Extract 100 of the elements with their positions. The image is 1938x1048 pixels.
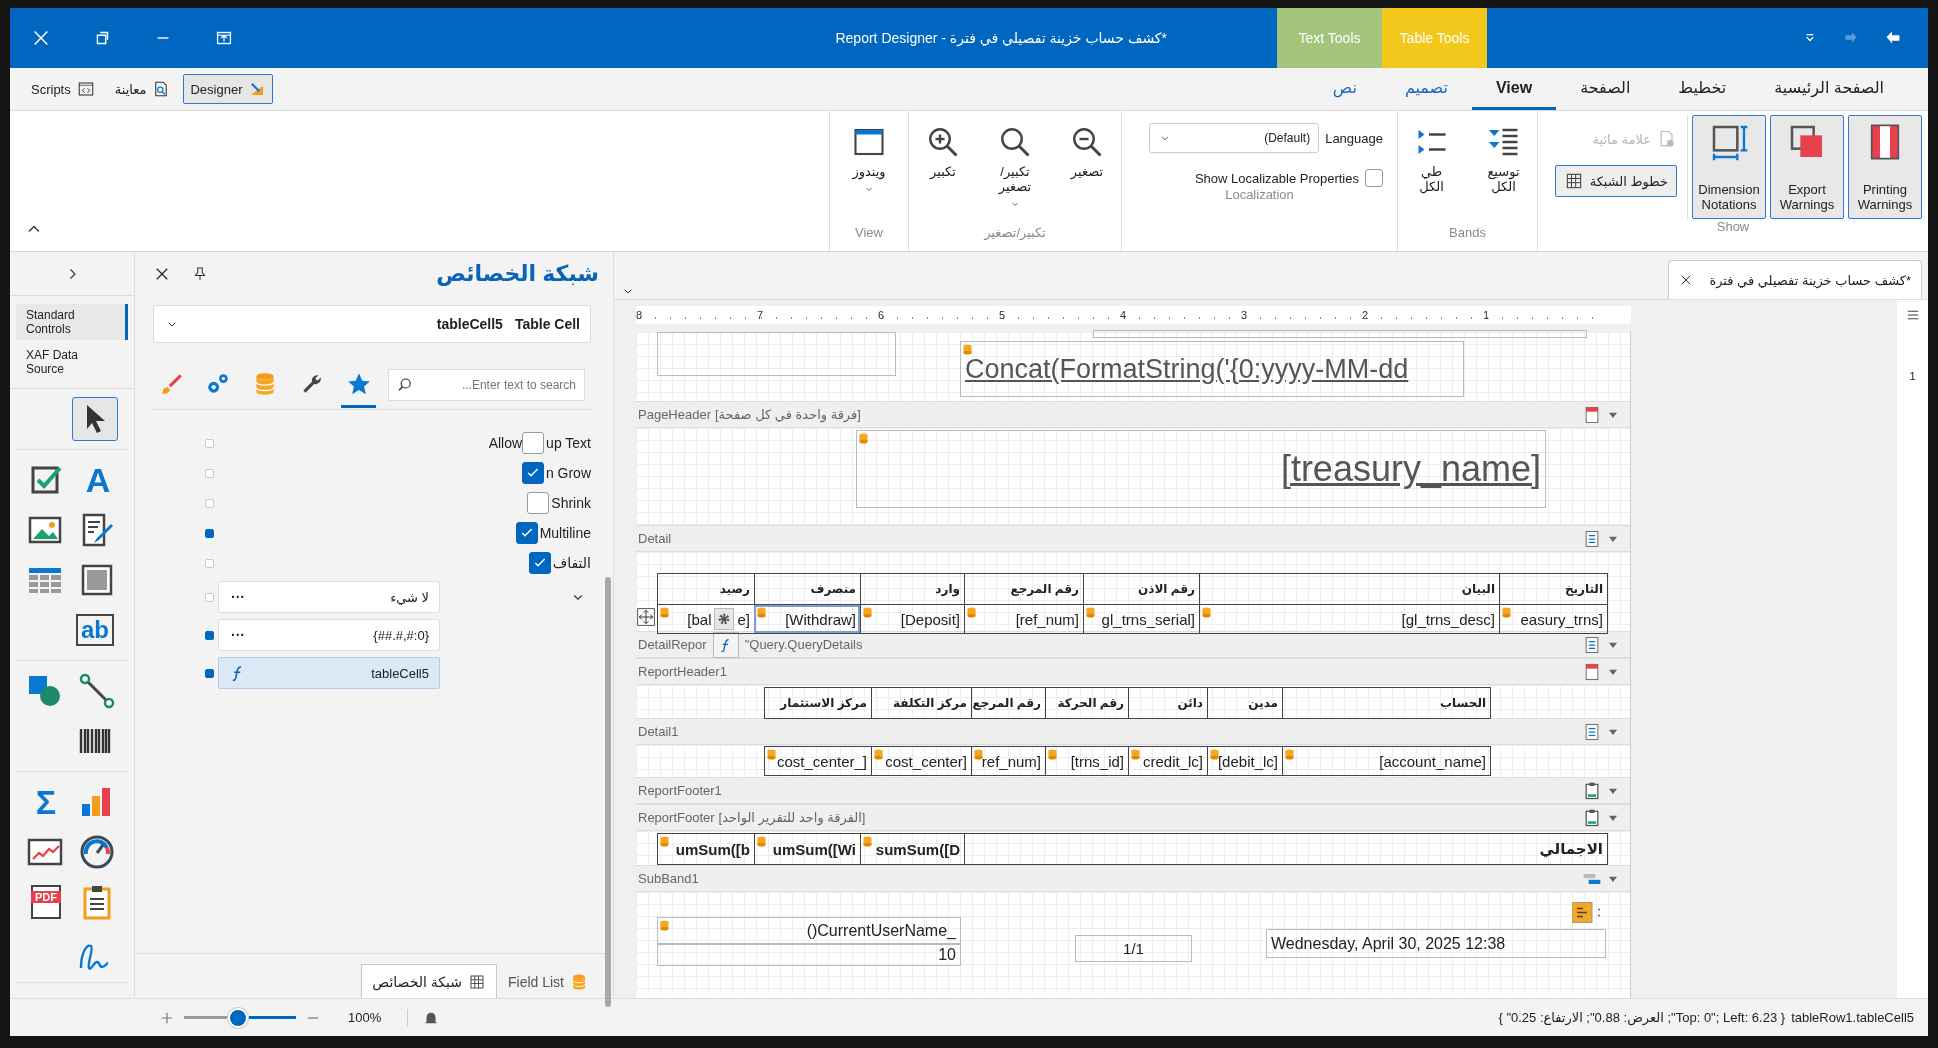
- document-tab[interactable]: كشف حساب خزينة تفصيلي في فترة*: [1668, 260, 1922, 299]
- report-label[interactable]: 1/1: [1075, 935, 1192, 962]
- ribbon-tab[interactable]: تخطيط: [1654, 68, 1751, 110]
- search-icon: [396, 376, 414, 394]
- column-header[interactable]: مركز الاستثمار: [765, 688, 871, 718]
- mode-tab[interactable]: Designer: [183, 74, 274, 104]
- window-title: Report Designer - كشف حساب خزينة تفصيلي في فترة*: [834, 29, 1168, 49]
- table-cell[interactable]: umSum([Wi: [754, 834, 860, 864]
- database-icon: [967, 607, 976, 618]
- table-cell[interactable]: cost_center_]: [765, 747, 871, 775]
- mode-tab[interactable]: Scripts: [24, 74, 102, 104]
- report-label[interactable]: Concat(FormatString('{0:yyyy-MM-dd: [960, 341, 1464, 397]
- checkbox[interactable]: [515, 522, 538, 544]
- column-header[interactable]: البيان: [1199, 574, 1499, 604]
- property-label: Shrink: [551, 495, 591, 511]
- toggle-button[interactable]: Export Warnings: [1770, 115, 1844, 219]
- report-label[interactable]: [treasury_name]: [856, 430, 1546, 508]
- scrollbar[interactable]: [605, 577, 611, 1007]
- column-header[interactable]: رقم الاذن: [1083, 574, 1199, 604]
- column-header[interactable]: التاريخ: [1499, 574, 1607, 604]
- band-header[interactable]: ReportFooter1: [636, 777, 1630, 804]
- table-cell[interactable]: cost_center]: [871, 747, 971, 775]
- database-icon: [863, 607, 872, 618]
- ribbon-button[interactable]: تصغير: [1056, 119, 1118, 184]
- ribbon-tab[interactable]: نص: [1308, 68, 1381, 110]
- grid-icon: [467, 972, 486, 991]
- property-editor[interactable]: ··· لا شيء: [218, 581, 440, 613]
- object-selector[interactable]: tableCell5 Table Cell: [153, 305, 591, 343]
- band-header[interactable]: Detail: [636, 525, 1630, 552]
- table-cell[interactable]: الاجمالي: [964, 834, 1607, 864]
- checkbox[interactable]: [522, 432, 545, 454]
- table-cell[interactable]: [account_name]: [1282, 747, 1490, 775]
- checkbox-label: Show Localizable Properties: [1194, 170, 1359, 186]
- database-icon: [1210, 749, 1219, 760]
- table-cell[interactable]: [bal e]: [658, 605, 754, 633]
- table-cell[interactable]: credit_lc]: [1128, 747, 1207, 775]
- ribbon-tab[interactable]: تصميم: [1380, 68, 1472, 110]
- gridlines-button[interactable]: خطوط الشبكة: [1554, 165, 1677, 197]
- pointer-tool[interactable]: [72, 397, 118, 441]
- checkbox[interactable]: [1365, 169, 1383, 187]
- column-header[interactable]: الحساب: [1282, 688, 1490, 718]
- database-icon: [874, 749, 883, 760]
- band-header[interactable]: SubBand1: [636, 865, 1630, 892]
- table-cell[interactable]: [Withdraw]: [754, 605, 860, 633]
- report-label[interactable]: Wednesday, April 30, 2025 12:38: [1266, 929, 1606, 958]
- column-header[interactable]: رقم الحركة: [1045, 688, 1128, 718]
- table-cell[interactable]: ref_num]: [971, 747, 1045, 775]
- band-header[interactable]: DetailRepor Query.QueryDetails": [636, 631, 1630, 658]
- search-field[interactable]: Enter text to search...: [388, 369, 585, 401]
- report-label[interactable]: 10: [657, 944, 961, 966]
- band-title: Detail1: [638, 724, 679, 739]
- ribbon-tab[interactable]: الصفحة: [1556, 68, 1655, 110]
- gear-button[interactable]: [714, 608, 735, 630]
- toggle-button[interactable]: Printing Warnings: [1848, 115, 1922, 219]
- band-title: DetailRepor: [638, 637, 707, 652]
- column-header[interactable]: وارد: [860, 574, 964, 604]
- table-cell[interactable]: sumSum([D: [860, 834, 964, 864]
- group-label: Bands: [1448, 225, 1487, 242]
- band-header[interactable]: Detail1: [636, 718, 1630, 745]
- checkbox[interactable]: [528, 552, 551, 574]
- checkbox[interactable]: [521, 462, 544, 484]
- band-title: ReportHeader1: [638, 664, 727, 679]
- move-handle-icon[interactable]: [636, 607, 656, 627]
- table-cell[interactable]: umSum([b: [658, 834, 754, 864]
- column-header[interactable]: مركز التكلفة: [871, 688, 971, 718]
- slider-thumb[interactable]: [227, 1007, 248, 1028]
- toolbox-category[interactable]: Standard Controls: [16, 304, 128, 340]
- band-header[interactable]: ReportHeader1: [636, 658, 1630, 685]
- ribbon-button[interactable]: طي الكل: [1400, 119, 1463, 199]
- ribbon-button[interactable]: توسيع الكل: [1472, 119, 1535, 199]
- mode-tab[interactable]: معاينة: [107, 74, 178, 104]
- label-tool[interactable]: A: [78, 458, 118, 502]
- group-label: Show: [1715, 219, 1751, 236]
- property-editor[interactable]: tableCell5: [218, 657, 440, 689]
- ribbon-tab[interactable]: الصفحة الرئيسية: [1750, 68, 1908, 110]
- column-header[interactable]: رصيد: [658, 574, 754, 604]
- toggle-button[interactable]: Dimension Notations: [1692, 115, 1766, 219]
- language-dropdown[interactable]: (Default): [1149, 123, 1320, 153]
- sum-tool[interactable]: Σ: [26, 780, 66, 824]
- expression-button[interactable]: [712, 631, 739, 658]
- property-label: up Text: [546, 435, 591, 451]
- column-header[interactable]: منصرف: [754, 574, 860, 604]
- database-icon: [1285, 749, 1294, 760]
- report-label[interactable]: ()CurrentUserName_: [657, 917, 961, 944]
- ribbon-button[interactable]: تكبير: [912, 119, 974, 184]
- column-header[interactable]: رقم المرجع: [971, 688, 1045, 718]
- toolbox-category[interactable]: XAF Data Source: [16, 344, 128, 380]
- property-editor[interactable]: ··· {##.#,#:0}: [218, 619, 440, 651]
- column-header[interactable]: رقم المرجع: [964, 574, 1083, 604]
- panel-tab[interactable]: شبكة الخصائص: [361, 964, 497, 998]
- checkbox[interactable]: [527, 492, 550, 514]
- property-label: Allow: [488, 435, 523, 451]
- table-cell[interactable]: [trns_id]: [1045, 747, 1128, 775]
- ribbon-button[interactable]: ويندوز: [838, 119, 900, 200]
- ribbon-button[interactable]: تكبير/تصغير: [984, 119, 1046, 215]
- selection-info: tableRow1.tableCell5: [1791, 1010, 1914, 1025]
- database-icon: [1048, 749, 1057, 760]
- table-cell[interactable]: [debit_lc]: [1207, 747, 1282, 775]
- column-header[interactable]: دائن: [1128, 688, 1207, 718]
- column-header[interactable]: مدين: [1207, 688, 1282, 718]
